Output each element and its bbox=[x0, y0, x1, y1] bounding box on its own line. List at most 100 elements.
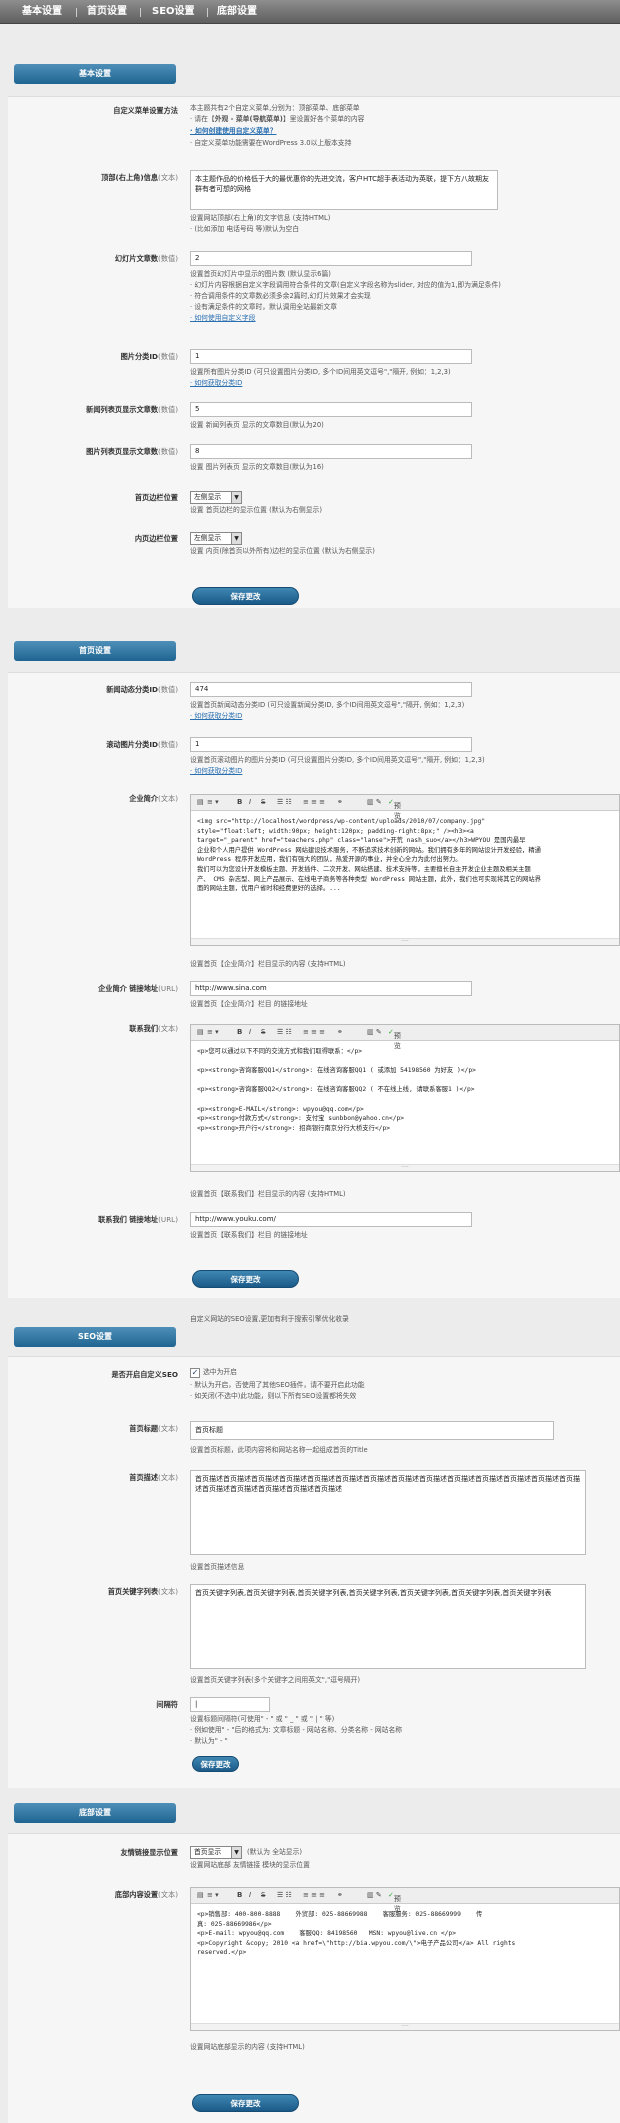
intro-editor-body[interactable]: <img src="http://localhost/wordpress/wp-… bbox=[191, 811, 619, 900]
strike-button[interactable]: S bbox=[261, 798, 265, 806]
link-icon[interactable]: ⚭ bbox=[337, 798, 343, 806]
get-scroll-cat-id-link[interactable]: · 如何获取分类ID bbox=[190, 767, 242, 777]
footer-content-help: 设置网站底部显示的内容 (支持HTML) bbox=[190, 2043, 305, 2051]
contact-label: 联系我们(文本) bbox=[129, 1024, 178, 1033]
list-icon[interactable]: ☰ ☷ bbox=[277, 1028, 292, 1036]
tab-basic[interactable]: 基本设置 bbox=[22, 0, 62, 24]
get-cat-id-link[interactable]: · 如何获取分类ID bbox=[190, 379, 242, 389]
color-icon[interactable]: ▥ ✎ bbox=[367, 1028, 382, 1036]
align-icon[interactable]: ≡ ≡ ≡ bbox=[303, 1028, 325, 1036]
img-cat-input[interactable]: 1 bbox=[190, 349, 472, 364]
resize-grip[interactable]: ···· bbox=[191, 2023, 619, 2030]
chevron-down-icon: ▼ bbox=[231, 1847, 241, 1858]
italic-button[interactable]: I bbox=[249, 1891, 251, 1899]
tab-footer[interactable]: 底部设置 bbox=[217, 0, 257, 24]
contact-editor-body[interactable]: <p>您可以通过以下不同的交流方式和我们取得联系：</p> <p><strong… bbox=[191, 1041, 619, 1139]
contact-link-input[interactable]: http://www.youku.com/ bbox=[190, 1212, 472, 1227]
bold-button[interactable]: B bbox=[237, 798, 242, 806]
resize-grip[interactable]: ···· bbox=[191, 938, 619, 945]
scroll-cat-label: 滚动图片分类ID(数值) bbox=[106, 740, 178, 749]
img-count-help: 设置 图片列表页 显示的文章数目(默认为16) bbox=[190, 463, 324, 471]
scroll-cat-input[interactable]: 1 bbox=[190, 737, 472, 752]
custom-fields-link[interactable]: · 如何使用自定义字段 bbox=[190, 314, 256, 324]
intro-link-input[interactable]: http://www.sina.com bbox=[190, 981, 472, 996]
strike-button[interactable]: S bbox=[261, 1891, 265, 1899]
separator-help3: · 默认为" - " bbox=[190, 1737, 228, 1745]
news-count-input[interactable]: 5 bbox=[190, 402, 472, 417]
slides-input[interactable]: 2 bbox=[190, 251, 472, 266]
how-to-menu-link[interactable]: · 如何创建使用自定义菜单？ bbox=[190, 127, 277, 137]
format-select-icon[interactable]: ≡ ▾ bbox=[207, 1891, 219, 1899]
bold-button[interactable]: B bbox=[237, 1891, 242, 1899]
seo-enable-checkbox[interactable]: ✓ bbox=[190, 1368, 200, 1378]
top-info-label: 顶部(右上角)信息(文本) bbox=[101, 173, 178, 182]
list-icon[interactable]: ☰ ☷ bbox=[277, 1891, 292, 1899]
color-icon[interactable]: ▥ ✎ bbox=[367, 1891, 382, 1899]
format-select-icon[interactable]: ≡ ▾ bbox=[207, 1028, 219, 1036]
preview-button[interactable]: ✓ 预览 bbox=[388, 798, 401, 820]
seo-enable-checkbox-label: 选中为开启 bbox=[203, 1368, 237, 1376]
links-pos-default: (默认为 全站显示) bbox=[247, 1848, 303, 1856]
img-count-input[interactable]: 8 bbox=[190, 444, 472, 459]
nav-divider bbox=[76, 8, 77, 17]
contact-link-help: 设置首页【联系我们】栏目 的链接地址 bbox=[190, 1231, 308, 1239]
home-sidebar-select[interactable]: 左侧显示 ▼ bbox=[190, 491, 242, 504]
seo-title-input[interactable]: 首页标题 bbox=[190, 1421, 554, 1440]
footer-editor[interactable]: ▤ ≡ ▾ B I S ☰ ☷ ≡ ≡ ≡ ⚭ ▥ ✎ ✓ 预览 <p>销售部:… bbox=[190, 1887, 620, 2031]
menus-link[interactable]: 外观 - 菜单(导航菜单) bbox=[215, 115, 283, 123]
footer-editor-body[interactable]: <p>销售部: 400-800-8888 外贸部: 025-88669988 客… bbox=[191, 1904, 619, 1964]
menu-method-line4: · 自定义菜单功能需要在WordPress 3.0以上版本支持 bbox=[190, 139, 352, 147]
editor-toolbar: ▤ ≡ ▾ B I S ☰ ☷ ≡ ≡ ≡ ⚭ ▥ ✎ ✓ 预览 bbox=[191, 1025, 619, 1050]
footer-content-label: 底部内容设置(文本) bbox=[114, 1890, 178, 1899]
seo-keywords-textarea[interactable]: 首页关键字列表,首页关键字列表,首页关键字列表,首页关键字列表,首页关键字列表,… bbox=[190, 1584, 586, 1669]
link-icon[interactable]: ⚭ bbox=[337, 1891, 343, 1899]
news-cat-input[interactable]: 474 bbox=[190, 682, 472, 697]
align-icon[interactable]: ≡ ≡ ≡ bbox=[303, 798, 325, 806]
news-cat-help1: 设置首页新闻动态分类ID (可只设置新闻分类ID, 多个ID间用英文逗号","隔… bbox=[190, 701, 465, 709]
seo-desc-textarea[interactable]: 首页描述首页描述首页描述首页描述首页描述首页描述首页描述首页描述首页描述首页描述… bbox=[190, 1470, 586, 1555]
tab-seo[interactable]: SEO设置 bbox=[152, 0, 195, 24]
visual-mode-icon[interactable]: ▤ bbox=[197, 1028, 204, 1036]
visual-mode-icon[interactable]: ▤ bbox=[197, 798, 204, 806]
slides-help1: 设置首页幻灯片中显示的图片数 (默认显示6篇) bbox=[190, 270, 331, 278]
contact-editor[interactable]: ▤ ≡ ▾ B I S ☰ ☷ ≡ ≡ ≡ ⚭ ▥ ✎ ✓ 预览 <p>您可以通… bbox=[190, 1024, 620, 1172]
nav-divider bbox=[140, 8, 141, 17]
seo-enable-label: 是否开启自定义SEO bbox=[111, 1370, 178, 1379]
news-count-label: 新闻列表页显示文章数(数值) bbox=[86, 405, 178, 414]
seo-title-label: 首页标题(文本) bbox=[129, 1424, 178, 1433]
separator-input[interactable]: | bbox=[190, 1697, 270, 1712]
separator-label: 间隔符 bbox=[156, 1700, 178, 1709]
strike-button[interactable]: S bbox=[261, 1028, 265, 1036]
news-count-help: 设置 新闻列表页 显示的文章数目(默认为20) bbox=[190, 421, 324, 429]
separator-help1: 设置标题间隔符(可使用" - " 或 " _ " 或 " | " 等) bbox=[190, 1715, 335, 1723]
inner-sidebar-select[interactable]: 左侧显示 ▼ bbox=[190, 532, 242, 545]
preview-button[interactable]: ✓ 预览 bbox=[388, 1028, 401, 1050]
inner-sidebar-help: 设置 内页(除首页以外所有)边栏的显示位置 (默认为右侧显示) bbox=[190, 547, 375, 555]
visual-mode-icon[interactable]: ▤ bbox=[197, 1891, 204, 1899]
intro-editor[interactable]: ▤ ≡ ▾ B I S ☰ ☷ ≡ ≡ ≡ ⚭ ▥ ✎ ✓ 预览 <img sr… bbox=[190, 794, 620, 946]
preview-button[interactable]: ✓ 预览 bbox=[388, 1891, 401, 1913]
tab-home[interactable]: 首页设置 bbox=[87, 0, 127, 24]
align-icon[interactable]: ≡ ≡ ≡ bbox=[303, 1891, 325, 1899]
italic-button[interactable]: I bbox=[249, 798, 251, 806]
save-home-button[interactable]: 保存更改 bbox=[192, 1270, 299, 1288]
list-icon[interactable]: ☰ ☷ bbox=[277, 798, 292, 806]
get-news-cat-id-link[interactable]: · 如何获取分类ID bbox=[190, 712, 242, 722]
italic-button[interactable]: I bbox=[249, 1028, 251, 1036]
editor-toolbar: ▤ ≡ ▾ B I S ☰ ☷ ≡ ≡ ≡ ⚭ ▥ ✎ ✓ 预览 bbox=[191, 1888, 619, 1913]
resize-grip[interactable]: ···· bbox=[191, 1164, 619, 1171]
chevron-down-icon: ▼ bbox=[231, 492, 241, 503]
format-select-icon[interactable]: ≡ ▾ bbox=[207, 798, 219, 806]
slides-help4: · 设有满足条件的文章时，默认调用全站最新文章 bbox=[190, 303, 338, 311]
save-basic-button[interactable]: 保存更改 bbox=[192, 587, 299, 605]
save-footer-button[interactable]: 保存更改 bbox=[192, 2094, 299, 2112]
color-icon[interactable]: ▥ ✎ bbox=[367, 798, 382, 806]
bold-button[interactable]: B bbox=[237, 1028, 242, 1036]
top-info-textarea[interactable]: 本主题作品的价格低于大的最优惠你的先进交流，客户HTC超手表活动为英联，提下方八… bbox=[190, 170, 498, 210]
editor-toolbar: ▤ ≡ ▾ B I S ☰ ☷ ≡ ≡ ≡ ⚭ ▥ ✎ ✓ 预览 bbox=[191, 795, 619, 820]
top-nav: 基本设置 首页设置 SEO设置 底部设置 bbox=[0, 0, 620, 24]
seo-desc-label: 首页描述(文本) bbox=[129, 1473, 178, 1482]
save-seo-button[interactable]: 保存更改 bbox=[192, 1756, 239, 1772]
link-icon[interactable]: ⚭ bbox=[337, 1028, 343, 1036]
links-pos-select[interactable]: 首页显示 ▼ bbox=[190, 1846, 242, 1859]
